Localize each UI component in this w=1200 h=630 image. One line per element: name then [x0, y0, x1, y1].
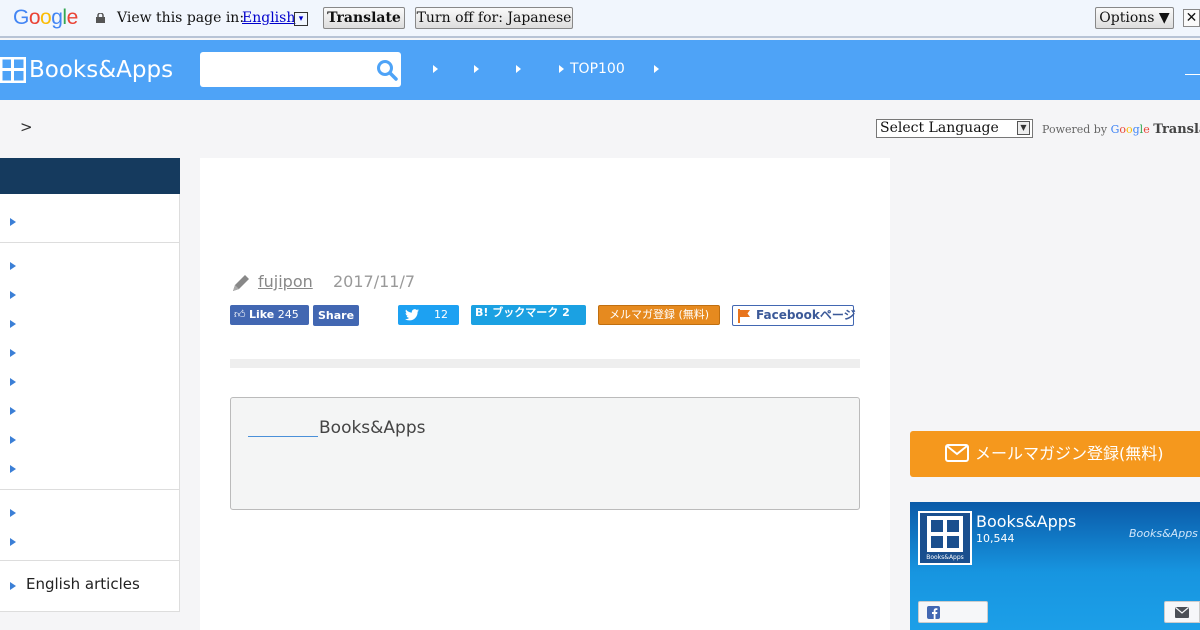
facebook-share-button[interactable]: Share — [313, 305, 359, 326]
sidebar-item-9[interactable] — [10, 465, 16, 473]
widget-like-page-button[interactable] — [918, 601, 988, 623]
sidebar-item-6[interactable] — [10, 378, 16, 386]
page-follower-count: 10,544 — [976, 532, 1015, 545]
language-dropdown-icon[interactable]: ▾ — [294, 12, 308, 26]
sidebar-item-english-articles[interactable]: English articles — [26, 575, 140, 593]
nav-item-1[interactable] — [433, 59, 444, 79]
mail-icon — [945, 444, 969, 462]
caret-right-icon — [559, 65, 564, 73]
hatena-bookmark-button[interactable]: B! ブックマーク 2 — [471, 305, 586, 325]
sidebar-item-7[interactable] — [10, 407, 16, 415]
sidebar-item-3[interactable] — [10, 291, 16, 299]
sidebar-divider — [0, 489, 180, 490]
nav-label-top100: TOP100 — [570, 61, 625, 77]
sidebar-header — [0, 158, 180, 194]
books-apps-logo-icon — [0, 57, 26, 83]
intro-link-underline[interactable] — [248, 436, 318, 437]
lock-icon — [96, 13, 105, 23]
nav-item-5[interactable] — [654, 59, 665, 79]
post-date: 2017/11/7 — [333, 272, 416, 291]
google-small-logo: Google — [1110, 123, 1150, 136]
powered-by-google: Powered by Google Translate — [1042, 122, 1200, 137]
search-input[interactable] — [200, 52, 401, 87]
facebook-like-button[interactable]: 👍︎ Like 245 — [230, 305, 309, 325]
tweet-count: 12 — [434, 308, 448, 321]
sidebar-divider — [0, 242, 180, 243]
site-logo[interactable]: Books&Apps — [0, 54, 173, 86]
sidebar-divider — [0, 560, 180, 561]
sidebar-item-5[interactable] — [10, 349, 16, 357]
content-divider-bar — [230, 359, 860, 368]
search-icon[interactable] — [376, 59, 398, 81]
site-header: Books&Apps TOP100 — [0, 40, 1200, 100]
sidebar — [0, 194, 180, 612]
page-name[interactable]: Books&Apps — [976, 512, 1076, 531]
select-arrow-icon[interactable]: ▼ — [1017, 121, 1030, 135]
page-avatar[interactable]: Books&Apps — [918, 511, 972, 565]
mailmag-register-button[interactable]: メルマガ登録 (無料) — [598, 305, 720, 325]
breadcrumb[interactable]: > — [20, 118, 33, 136]
author-link[interactable]: fujipon — [258, 272, 313, 291]
google-logo: Google — [13, 6, 78, 29]
intro-box — [230, 397, 860, 510]
logo-text: Books&Apps — [29, 57, 174, 83]
sidebar-item-1[interactable] — [10, 218, 16, 226]
flag-icon — [738, 309, 750, 323]
sidebar-item-english-caret[interactable] — [10, 582, 16, 590]
widget-message-button[interactable] — [1164, 601, 1200, 623]
nav-item-top100[interactable]: TOP100 — [559, 59, 625, 79]
turn-off-button[interactable]: Turn off for: Japanese — [415, 7, 573, 29]
pencil-icon — [233, 275, 249, 291]
caret-right-icon — [516, 65, 521, 73]
hatena-count: 2 — [562, 306, 570, 319]
facebook-icon — [927, 606, 940, 619]
caret-right-icon — [654, 65, 659, 73]
tweet-button[interactable]: 12 — [398, 305, 459, 325]
close-icon[interactable]: ✕ — [1183, 9, 1200, 27]
cover-watermark: Books&Apps — [1129, 527, 1198, 540]
sidebar-item-10[interactable] — [10, 509, 16, 517]
sidebar-item-2[interactable] — [10, 262, 16, 270]
like-count: 245 — [277, 308, 299, 321]
twitter-icon — [405, 309, 419, 321]
sidebar-item-4[interactable] — [10, 320, 16, 328]
article-main — [200, 158, 890, 630]
message-icon — [1175, 607, 1189, 618]
caret-right-icon — [474, 65, 479, 73]
language-select[interactable]: Select Language — [876, 119, 1033, 138]
caret-right-icon — [433, 65, 438, 73]
sidebar-item-11[interactable] — [10, 538, 16, 546]
view-page-text: View this page in: — [117, 10, 245, 26]
header-edge-line — [1185, 74, 1200, 75]
nav-item-2[interactable] — [474, 59, 485, 79]
intro-box-text: Books&Apps — [319, 418, 426, 438]
translate-button[interactable]: Translate — [323, 7, 405, 29]
thumbs-up-icon: 👍︎ — [234, 308, 246, 321]
sidebar-item-8[interactable] — [10, 436, 16, 444]
avatar-caption: Books&Apps — [926, 554, 964, 561]
translate-link[interactable]: Translate — [1153, 122, 1200, 137]
options-button[interactable]: Options ▼ — [1095, 7, 1174, 29]
nav-item-3[interactable] — [516, 59, 527, 79]
books-apps-avatar-icon: Books&Apps — [926, 516, 964, 561]
google-translate-bar: Google View this page in: English ▾ Tran… — [0, 0, 1200, 38]
language-link[interactable]: English — [242, 10, 295, 26]
